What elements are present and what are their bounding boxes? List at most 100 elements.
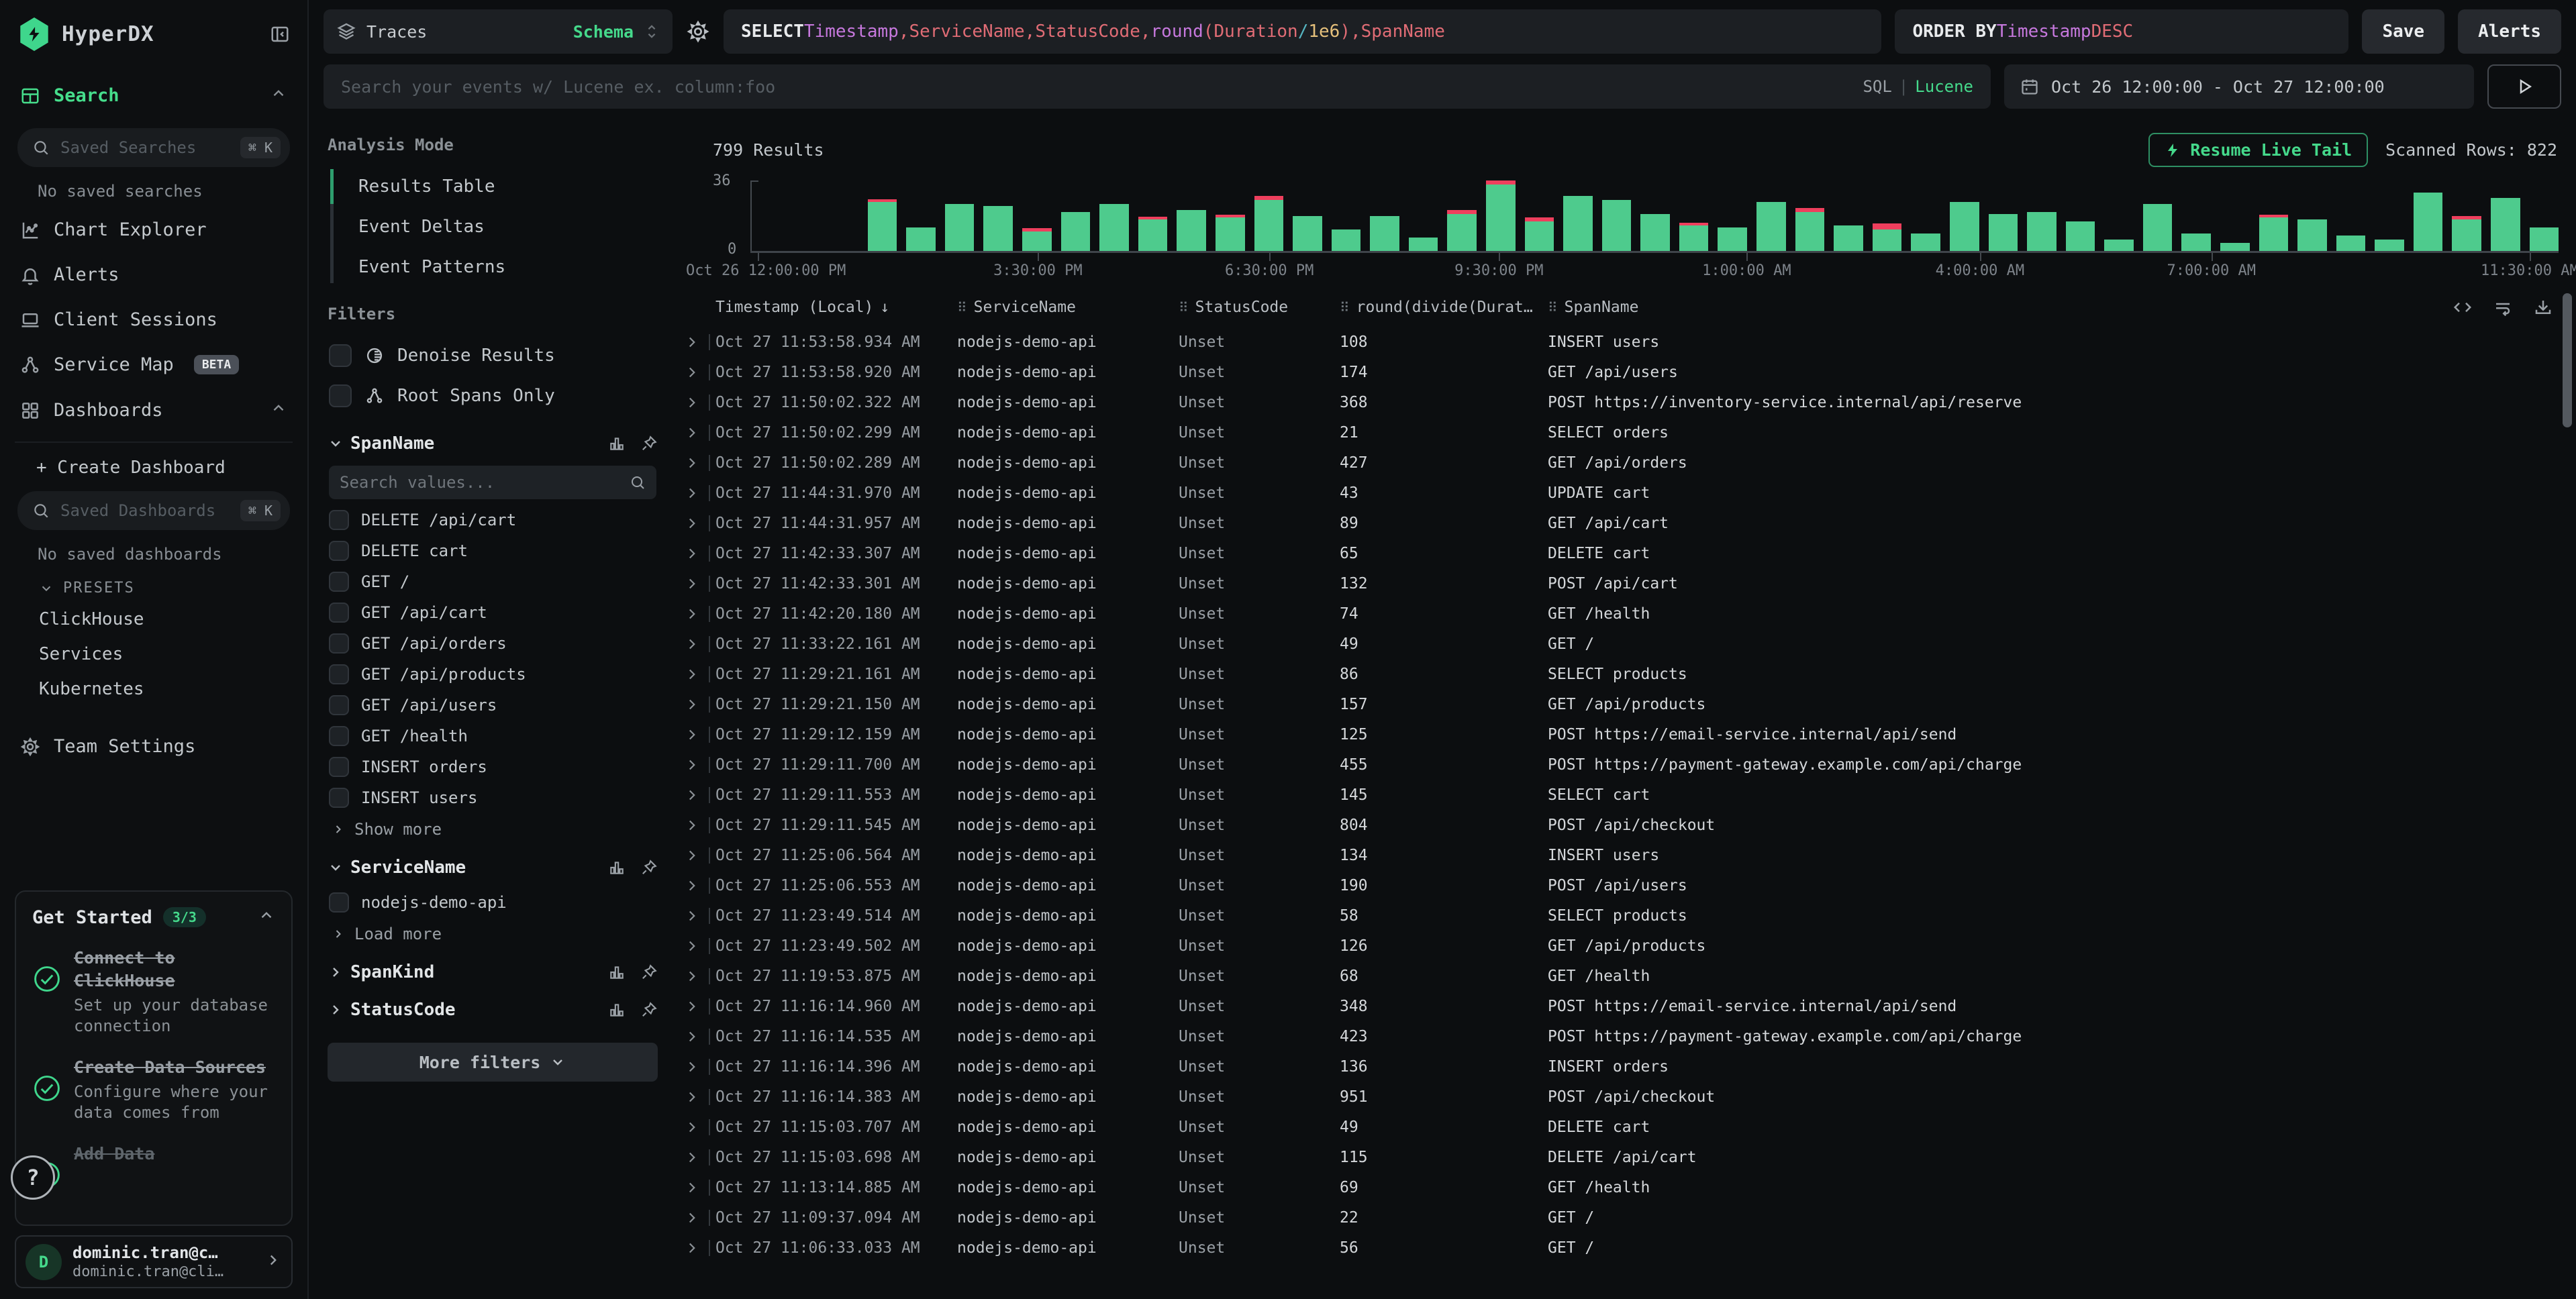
table-row[interactable]: Oct 27 11:53:58.934 AMnodejs-demo-apiUns… xyxy=(678,327,2576,357)
row-expand-chevron[interactable] xyxy=(678,756,715,774)
lang-lucene[interactable]: Lucene xyxy=(1915,77,1973,96)
chart-bar[interactable] xyxy=(1525,217,1554,251)
chart-bar[interactable] xyxy=(1834,225,1863,251)
date-range-picker[interactable]: Oct 26 12:00:00 - Oct 27 12:00:00 xyxy=(2004,64,2474,109)
language-toggle[interactable]: SQL|Lucene xyxy=(1863,77,1973,96)
chart-icon[interactable] xyxy=(608,964,626,981)
chart-bar[interactable] xyxy=(1447,210,1477,251)
table-row[interactable]: Oct 27 11:44:31.957 AMnodejs-demo-apiUns… xyxy=(678,508,2576,538)
chart-bar[interactable] xyxy=(1254,196,1284,251)
table-row[interactable]: Oct 27 11:29:11.545 AMnodejs-demo-apiUns… xyxy=(678,810,2576,840)
checkbox[interactable] xyxy=(329,510,349,530)
row-expand-chevron[interactable] xyxy=(678,1088,715,1106)
filter-value[interactable]: INSERT users xyxy=(328,782,658,813)
filter-value-search-input[interactable]: Search values... xyxy=(329,466,656,499)
table-row[interactable]: Oct 27 11:29:21.161 AMnodejs-demo-apiUns… xyxy=(678,659,2576,689)
chart-icon[interactable] xyxy=(608,435,626,452)
drag-handle-icon[interactable]: ⠿ xyxy=(1340,299,1350,315)
table-row[interactable]: Oct 27 11:15:03.698 AMnodejs-demo-apiUns… xyxy=(678,1142,2576,1172)
chart-bar[interactable] xyxy=(2104,240,2134,252)
select-columns-input[interactable]: SELECT Timestamp,ServiceName,StatusCode,… xyxy=(724,9,1881,54)
filter-value[interactable]: GET /api/cart xyxy=(328,597,658,628)
checkbox[interactable] xyxy=(329,603,349,623)
chart-bar[interactable] xyxy=(2027,212,2057,251)
chart-bar[interactable] xyxy=(1640,214,1670,251)
chart-bar[interactable] xyxy=(1950,202,1979,251)
filter-value[interactable]: GET / xyxy=(328,566,658,597)
row-expand-chevron[interactable] xyxy=(678,515,715,532)
row-expand-chevron[interactable] xyxy=(678,998,715,1015)
row-expand-chevron[interactable] xyxy=(678,484,715,502)
row-expand-chevron[interactable] xyxy=(678,1239,715,1257)
chart-bar[interactable] xyxy=(1756,202,1786,251)
table-scrollbar-thumb[interactable] xyxy=(2563,293,2572,427)
checkbox[interactable] xyxy=(329,695,349,715)
chart-bar[interactable] xyxy=(1022,228,1052,251)
checkbox[interactable] xyxy=(329,572,349,592)
chart-bar[interactable] xyxy=(2414,193,2443,252)
pin-icon[interactable] xyxy=(640,1001,658,1019)
row-expand-chevron[interactable] xyxy=(678,454,715,472)
table-row[interactable]: Oct 27 11:42:33.307 AMnodejs-demo-apiUns… xyxy=(678,538,2576,568)
table-row[interactable]: Oct 27 11:42:20.180 AMnodejs-demo-apiUns… xyxy=(678,599,2576,629)
table-row[interactable]: Oct 27 11:13:14.885 AMnodejs-demo-apiUns… xyxy=(678,1172,2576,1202)
table-row[interactable]: Oct 27 11:09:37.094 AMnodejs-demo-apiUns… xyxy=(678,1202,2576,1233)
table-row[interactable]: Oct 27 11:25:06.553 AMnodejs-demo-apiUns… xyxy=(678,870,2576,900)
chevron-up-icon[interactable] xyxy=(270,85,287,107)
checkbox[interactable] xyxy=(329,541,349,561)
row-expand-chevron[interactable] xyxy=(678,786,715,804)
chart-bar[interactable] xyxy=(868,199,897,251)
filter-value[interactable]: GET /health xyxy=(328,721,658,751)
row-expand-chevron[interactable] xyxy=(678,1179,715,1196)
chart-bar[interactable] xyxy=(2259,215,2289,251)
sidebar-item-alerts[interactable]: Alerts xyxy=(15,252,293,297)
table-row[interactable]: Oct 27 11:16:14.535 AMnodejs-demo-apiUns… xyxy=(678,1021,2576,1051)
row-expand-chevron[interactable] xyxy=(678,817,715,834)
chart-bar[interactable] xyxy=(2143,204,2173,251)
table-row[interactable]: Oct 27 11:42:33.301 AMnodejs-demo-apiUns… xyxy=(678,568,2576,599)
chart-bar[interactable] xyxy=(1911,233,1940,251)
chart-bar[interactable] xyxy=(1873,223,1902,251)
table-row[interactable]: Oct 27 11:06:33.033 AMnodejs-demo-apiUns… xyxy=(678,1233,2576,1263)
sort-desc-icon[interactable]: ↓ xyxy=(880,299,889,316)
row-expand-chevron[interactable] xyxy=(678,1149,715,1166)
sidebar-item-dashboards[interactable]: Dashboards xyxy=(15,387,293,433)
table-row[interactable]: Oct 27 11:29:11.700 AMnodejs-demo-apiUns… xyxy=(678,749,2576,780)
chart-bar[interactable] xyxy=(2181,233,2211,251)
sidebar-item-team-settings[interactable]: Team Settings xyxy=(15,724,293,769)
table-row[interactable]: Oct 27 11:29:11.553 AMnodejs-demo-apiUns… xyxy=(678,780,2576,810)
filter-value[interactable]: DELETE /api/cart xyxy=(328,505,658,535)
row-expand-chevron[interactable] xyxy=(678,635,715,653)
chart-bar[interactable] xyxy=(1679,223,1709,251)
chart-bar[interactable] xyxy=(2530,227,2559,251)
checkbox[interactable] xyxy=(329,757,349,777)
row-expand-chevron[interactable] xyxy=(678,394,715,411)
chart-bar[interactable] xyxy=(1718,227,1747,251)
chart-bar[interactable] xyxy=(2336,236,2366,251)
chart-bar[interactable] xyxy=(1177,210,1206,251)
event-search-input[interactable]: Search your events w/ Lucene ex. column:… xyxy=(324,64,1991,109)
table-row[interactable]: Oct 27 11:33:22.161 AMnodejs-demo-apiUns… xyxy=(678,629,2576,659)
table-row[interactable]: Oct 27 11:29:12.159 AMnodejs-demo-apiUns… xyxy=(678,719,2576,749)
table-row[interactable]: Oct 27 11:50:02.299 AMnodejs-demo-apiUns… xyxy=(678,417,2576,448)
chart-bar[interactable] xyxy=(1061,212,1091,251)
row-expand-chevron[interactable] xyxy=(678,605,715,623)
col-duration[interactable]: ⠿round(divide(Durat… xyxy=(1340,299,1548,316)
drag-handle-icon[interactable]: ⠿ xyxy=(1548,299,1558,315)
col-spanname[interactable]: ⠿SpanName xyxy=(1548,299,2439,316)
row-expand-chevron[interactable] xyxy=(678,968,715,985)
run-query-button[interactable] xyxy=(2487,64,2561,109)
preset-kubernetes[interactable]: Kubernetes xyxy=(15,672,293,707)
lang-sql[interactable]: SQL xyxy=(1863,77,1891,96)
checkbox[interactable] xyxy=(329,664,349,684)
row-expand-chevron[interactable] xyxy=(678,877,715,894)
col-timestamp[interactable]: Timestamp (Local)↓ xyxy=(715,299,957,316)
filter-group-header[interactable]: SpanName xyxy=(328,433,658,454)
pin-icon[interactable] xyxy=(640,964,658,981)
code-view-icon[interactable] xyxy=(2453,297,2473,317)
chevron-up-icon[interactable] xyxy=(258,906,275,928)
mode-event-patterns[interactable]: Event Patterns xyxy=(330,247,658,287)
checkbox[interactable] xyxy=(329,726,349,746)
filter-value[interactable]: GET /api/orders xyxy=(328,628,658,659)
show-more-link[interactable]: Show more xyxy=(328,813,658,840)
